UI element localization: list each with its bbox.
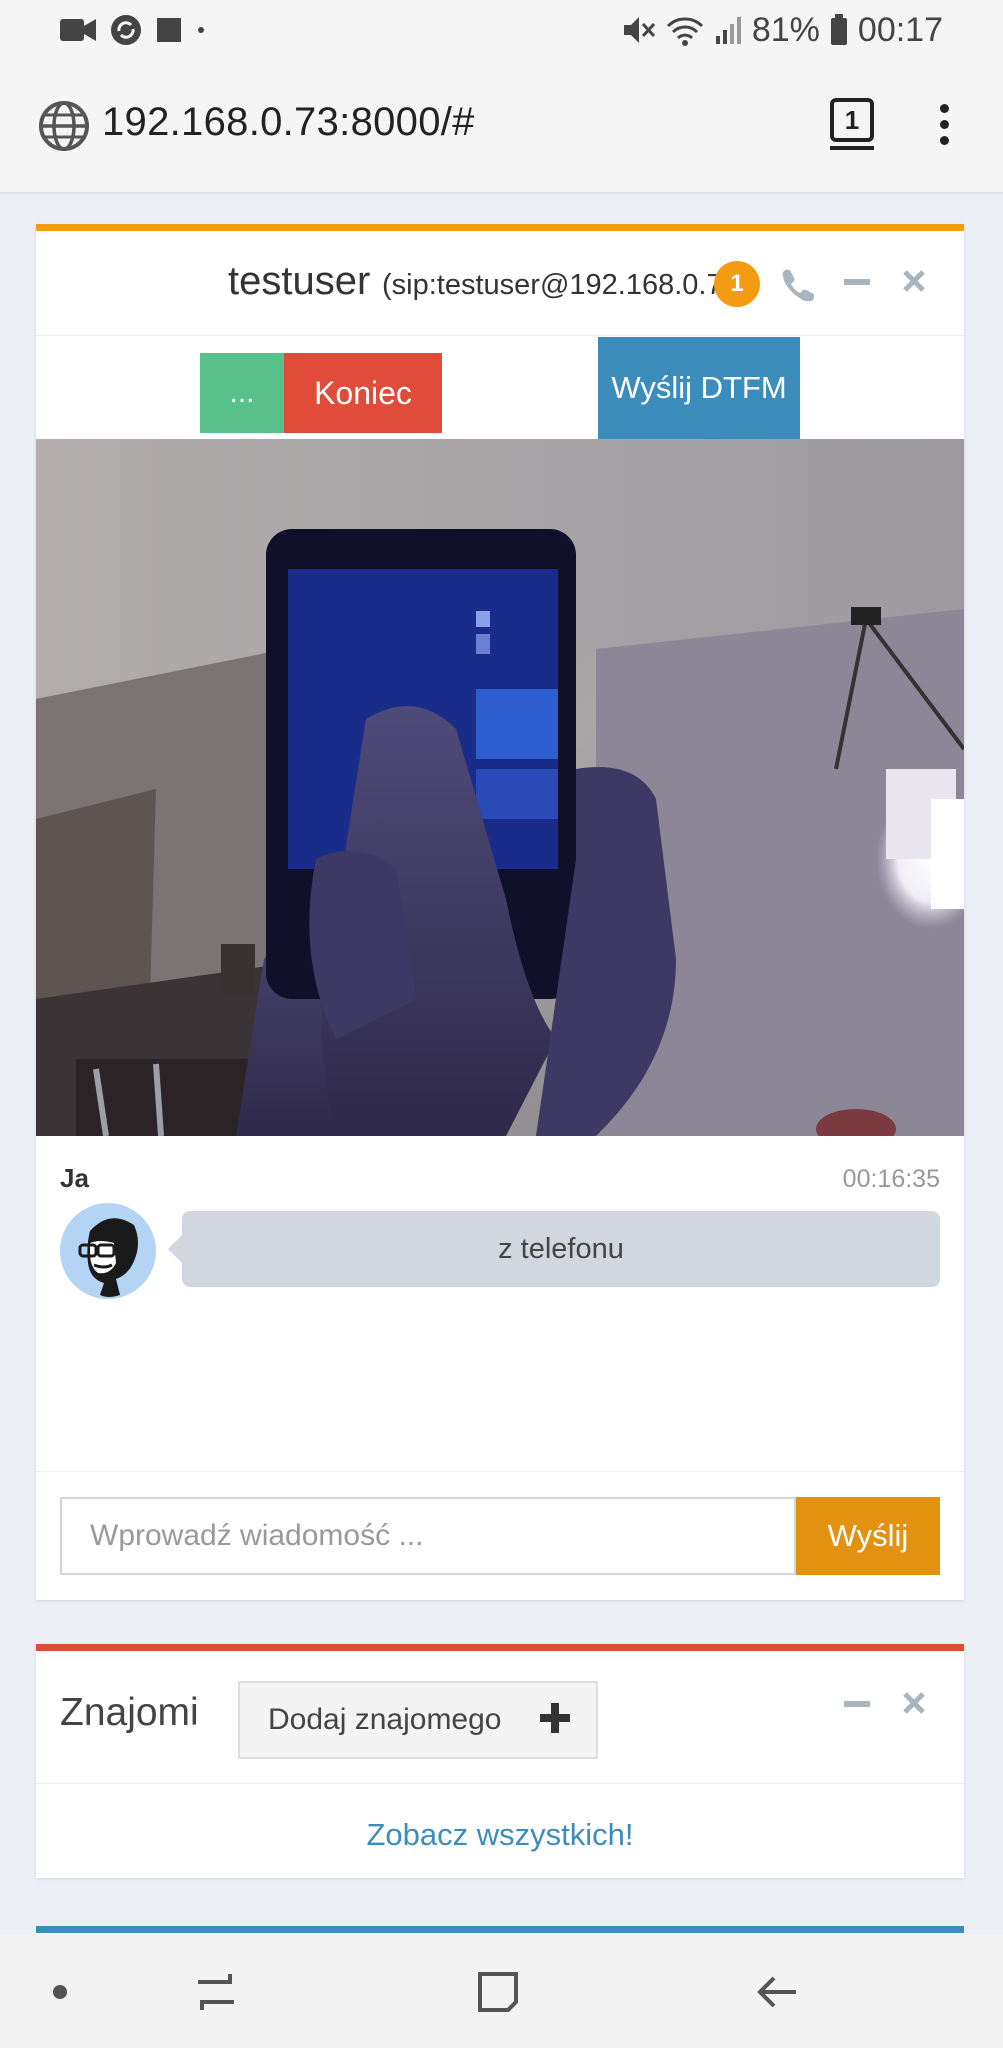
plus-icon bbox=[540, 1703, 570, 1733]
send-dtmf-button[interactable]: Wyślij DTFM bbox=[598, 337, 800, 439]
video-feed bbox=[36, 439, 964, 1136]
status-system-icons: 81% 00:17 bbox=[622, 10, 943, 50]
home-icon[interactable] bbox=[476, 1970, 520, 2014]
mute-icon bbox=[623, 17, 655, 43]
divider bbox=[36, 1783, 964, 1784]
menu-dot-icon bbox=[940, 136, 949, 145]
chat-header: testuser (sip:testuser@192.168.0.73) 1 bbox=[36, 231, 964, 336]
url-text[interactable]: 192.168.0.73:8000/# bbox=[102, 100, 475, 145]
unread-badge: 1 bbox=[714, 261, 760, 307]
minimize-icon[interactable] bbox=[844, 279, 870, 287]
end-call-button[interactable]: Koniec bbox=[284, 353, 442, 433]
message-sender: Ja bbox=[60, 1163, 89, 1193]
wifi-icon bbox=[666, 17, 703, 46]
browser-address-bar: 192.168.0.73:8000/# 1 bbox=[0, 60, 1003, 194]
tab-switcher-button[interactable]: 1 bbox=[830, 98, 874, 150]
close-icon[interactable] bbox=[902, 1691, 926, 1715]
message-timestamp: 00:16:35 bbox=[842, 1165, 940, 1193]
close-icon[interactable] bbox=[902, 269, 926, 293]
battery-icon bbox=[830, 14, 847, 45]
chat-footer: Wyślij bbox=[36, 1471, 964, 1600]
friends-panel: Znajomi Dodaj znajomego Zobacz wszystkic… bbox=[36, 1644, 964, 1878]
avatar bbox=[60, 1203, 156, 1299]
add-friend-button[interactable]: Dodaj znajomego bbox=[238, 1681, 598, 1759]
nav-dot-icon[interactable] bbox=[52, 1984, 68, 2000]
message-bubble: z telefonu bbox=[168, 1211, 940, 1287]
more-button[interactable]: ... bbox=[200, 353, 284, 433]
contact-name: testuser bbox=[228, 259, 371, 303]
globe-icon bbox=[39, 101, 89, 151]
sync-icon bbox=[111, 15, 141, 45]
stop-square-icon bbox=[157, 18, 181, 42]
send-button[interactable]: Wyślij bbox=[796, 1497, 940, 1575]
chat-window: testuser (sip:testuser@192.168.0.73) 1 .… bbox=[36, 224, 964, 1600]
android-nav-bar bbox=[0, 1934, 1003, 2048]
menu-dot-icon bbox=[940, 120, 949, 129]
friends-title: Znajomi bbox=[60, 1691, 199, 1734]
status-bar: 81% 00:17 bbox=[0, 0, 1003, 60]
add-friend-label: Dodaj znajomego bbox=[268, 1703, 502, 1736]
video-camera-icon bbox=[60, 19, 96, 41]
phone-icon[interactable] bbox=[780, 267, 814, 301]
status-notification-icons bbox=[60, 12, 206, 48]
minimize-icon[interactable] bbox=[844, 1701, 870, 1709]
video-frame-image bbox=[36, 439, 964, 1136]
recent-apps-icon[interactable] bbox=[194, 1970, 238, 2014]
clock: 00:17 bbox=[857, 10, 943, 49]
contact-sip-address: (sip:testuser@192.168.0.73) bbox=[382, 269, 749, 301]
menu-dot-icon bbox=[940, 104, 949, 113]
signal-icon bbox=[715, 17, 741, 44]
battery-percent: 81% bbox=[751, 10, 820, 49]
message-input[interactable] bbox=[60, 1497, 796, 1575]
browser-menu-button[interactable] bbox=[940, 104, 952, 152]
back-icon[interactable] bbox=[756, 1970, 800, 2014]
dot-icon bbox=[198, 27, 204, 33]
see-all-friends-link[interactable]: Zobacz wszystkich! bbox=[36, 1817, 964, 1853]
